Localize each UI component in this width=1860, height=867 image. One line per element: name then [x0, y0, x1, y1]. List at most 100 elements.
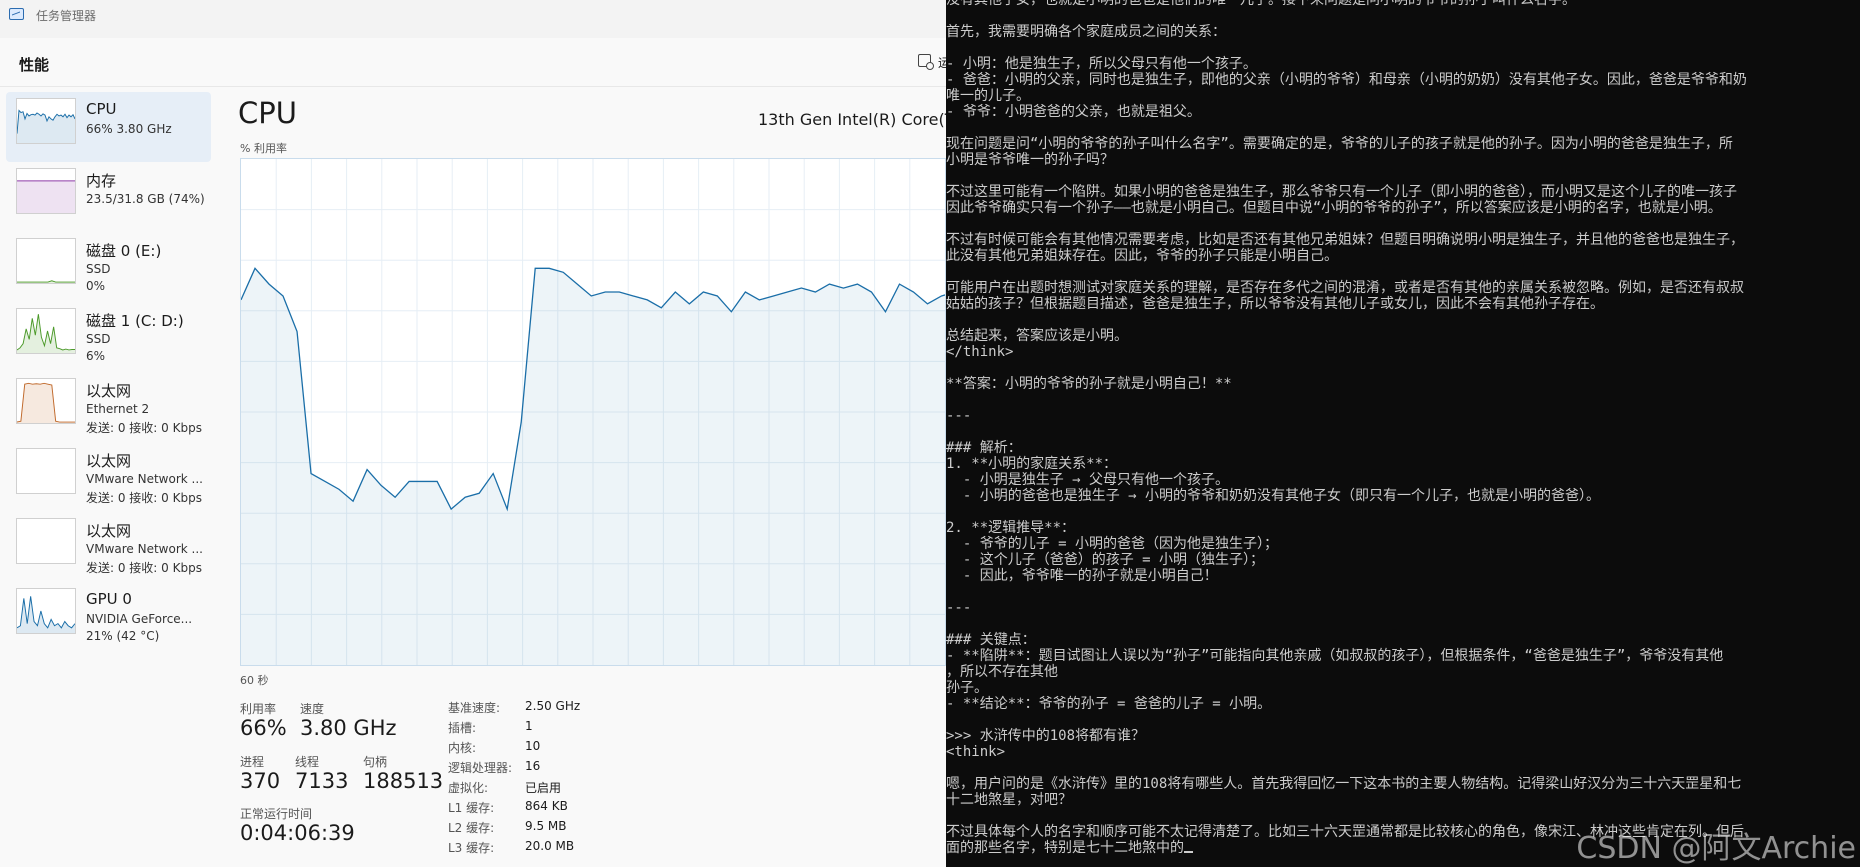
sockets-label: 插槽: — [448, 721, 477, 735]
sidebar-item-ethernet-2[interactable]: 以太网 VMware Network ... 发送: 0 接收: 0 Kbps — [6, 442, 211, 512]
terminal-line: - 小明的爸爸也是独生子 → 小明的爷爷和奶奶没有其他子女（即只有一个儿子，也就… — [946, 488, 1600, 504]
l1-cache-label: L1 缓存: — [448, 801, 495, 815]
run-new-task-label[interactable]: 运 — [938, 54, 946, 71]
terminal-line: ### 解析： — [946, 440, 1022, 456]
sidebar-item-memory[interactable]: 内存 23.5/31.8 GB (74%) — [6, 162, 211, 232]
sockets-value: 1 — [525, 719, 533, 733]
uptime-value: 0:04:06:39 — [240, 821, 355, 845]
terminal-line: 总结起来，答案应该是小明。 — [946, 328, 1128, 344]
terminal-line: - **结论**：爷爷的孙子 = 爸爸的儿子 = 小明。 — [946, 696, 1272, 712]
sidebar-item-cpu[interactable]: CPU 66% 3.80 GHz — [6, 92, 211, 162]
l3-cache-value: 20.0 MB — [525, 839, 575, 853]
sidebar-item-usage: 21% (42 °C) — [86, 629, 160, 643]
sidebar-item-detail: NVIDIA GeForce... — [86, 612, 193, 626]
virtualization-label: 虚拟化: — [448, 781, 489, 795]
terminal-line: <think> — [946, 744, 1006, 760]
terminal-line: - 这个儿子（爸爸）的孩子 = 小明（独生子）； — [946, 552, 1264, 568]
sidebar-item-label: 以太网 — [86, 522, 132, 540]
sidebar-item-ethernet-1[interactable]: 以太网 Ethernet 2 发送: 0 接收: 0 Kbps — [6, 372, 211, 442]
terminal-line: ### 关键点： — [946, 632, 1036, 648]
terminal-line: 小明是爷爷唯一的孙子吗？ — [946, 152, 1114, 168]
l1-cache-value: 864 KB — [525, 799, 568, 813]
terminal-line: 现在问题是问“小明的爷爷的孙子叫什么名字”。需要确定的是，爷爷的儿子的孩子就是他… — [946, 136, 1733, 152]
terminal-line: - 小明是独生子 → 父母只有他一个孩子。 — [946, 472, 1229, 488]
terminal-line: 唯一的儿子。 — [946, 88, 1030, 104]
app-title: 任务管理器 — [36, 9, 97, 23]
logical-processors-value: 16 — [525, 759, 541, 773]
title-bar: 任务管理器 — [0, 0, 946, 30]
terminal-line: - 因此，爷爷唯一的孙子就是小明自己！ — [946, 568, 1218, 584]
sidebar-item-ethernet-3[interactable]: 以太网 VMware Network ... 发送: 0 接收: 0 Kbps — [6, 512, 211, 582]
sidebar-item-label: CPU — [86, 100, 117, 118]
page-header: 性能 运 — [0, 38, 946, 87]
sidebar-item-usage: 0% — [86, 279, 106, 293]
sidebar-item-disk-0[interactable]: 磁盘 0 (E:) SSD 0% — [6, 232, 211, 302]
terminal-line: 可能用户在出题时想测试对家庭关系的理解，是否存在多代之间的混淆，或者是否有其他的… — [946, 280, 1744, 296]
terminal-line: **答案：小明的爷爷的孙子就是小明自己！** — [946, 376, 1232, 392]
sidebar-item-label: 以太网 — [86, 452, 132, 470]
terminal-line: - 爸爸：小明的父亲，同时也是独生子，即他的父亲（小明的爷爷）和母亲（小明的奶奶… — [946, 72, 1747, 88]
terminal-line: - **陷阱**：题目试图让人误以为“孙子”可能指向其他亲戚（如叔叔的孩子），但… — [946, 648, 1724, 664]
cpu-utilization-graph — [240, 158, 946, 666]
l2-cache-label: L2 缓存: — [448, 821, 495, 835]
thumbnail-area — [17, 180, 75, 213]
sidebar-item-disk-1[interactable]: 磁盘 1 (C: D:) SSD 6% — [6, 302, 211, 372]
cpu-thumbnail-graph — [16, 98, 76, 144]
utilization-value: 66% — [240, 716, 287, 740]
page-title: 性能 — [19, 56, 50, 74]
sidebar-item-label: 磁盘 1 (C: D:) — [86, 312, 184, 330]
sidebar-item-gpu-0[interactable]: GPU 0 NVIDIA GeForce... 21% (42 °C) — [6, 582, 211, 652]
l3-cache-label: L3 缓存: — [448, 841, 495, 855]
ethernet-3-thumbnail-graph — [16, 518, 76, 564]
disk-1-thumbnail-graph — [16, 308, 76, 354]
terminal-line: 因此爷爷确实只有一个孙子——也就是小明自己。但题目中说“小明的爷爷的孙子”，所以… — [946, 200, 1722, 216]
processes-label: 进程 — [240, 755, 265, 769]
sidebar-item-throughput: 发送: 0 接收: 0 Kbps — [86, 421, 202, 435]
sidebar-item-detail: VMware Network ... — [86, 542, 203, 556]
terminal-line: 首先，我需要明确各个家庭成员之间的关系： — [946, 24, 1226, 40]
processes-value: 370 — [240, 769, 281, 793]
threads-value: 7133 — [295, 769, 349, 793]
sidebar-item-detail: Ethernet 2 — [86, 402, 150, 416]
run-new-task-icon[interactable] — [918, 54, 934, 70]
terminal-line: 嗯，用户问的是《水浒传》里的108将有哪些人。首先我得回忆一下这本书的主要人物结… — [946, 776, 1742, 792]
terminal-window[interactable]: 没有其他子女，也就是小明的爸爸是他们的唯一儿子。接下来问题是问小明的爷爷的孙子叫… — [946, 0, 1860, 867]
watermark: CSDN @阿文Archie — [1576, 831, 1856, 866]
sidebar-item-detail: SSD — [86, 262, 111, 276]
terminal-line: ，所以不存在其他 — [946, 664, 1058, 680]
terminal-line: 十二地煞星，对吧？ — [946, 792, 1072, 808]
terminal-output: 没有其他子女，也就是小明的爸爸是他们的唯一儿子。接下来问题是问小明的爷爷的孙子叫… — [946, 0, 1860, 856]
gpu-thumbnail-graph — [16, 588, 76, 634]
thumbnail-line — [17, 280, 75, 283]
cpu-model-name: 13th Gen Intel(R) Core(TM — [758, 110, 946, 129]
sidebar-item-detail: 23.5/31.8 GB (74%) — [86, 192, 205, 206]
l2-cache-value: 9.5 MB — [525, 819, 567, 833]
terminal-line: --- — [946, 600, 972, 616]
terminal-line: 1. **小明的家庭关系**： — [946, 456, 1118, 472]
sidebar-item-throughput: 发送: 0 接收: 0 Kbps — [86, 491, 202, 505]
ethernet-1-thumbnail-graph — [16, 378, 76, 424]
terminal-line: --- — [946, 408, 972, 424]
utilization-label: 利用率 — [240, 702, 277, 716]
sidebar-item-label: 内存 — [86, 172, 117, 190]
terminal-line: - 小明：他是独生子，所以父母只有他一个孩子。 — [946, 56, 1257, 72]
base-speed-label: 基准速度: — [448, 701, 501, 715]
terminal-line: 2. **逻辑推导**： — [946, 520, 1076, 536]
terminal-line: 没有其他子女，也就是小明的爸爸是他们的唯一儿子。接下来问题是问小明的爷爷的孙子叫… — [946, 0, 1576, 8]
disk-0-thumbnail-graph — [16, 238, 76, 284]
terminal-line: 姑姑的孩子？但根据题目描述，爸爸是独生子，所以爷爷没有其他儿子或女儿，因此不会有… — [946, 296, 1604, 312]
panel-title: CPU — [238, 96, 297, 130]
threads-label: 线程 — [295, 755, 320, 769]
